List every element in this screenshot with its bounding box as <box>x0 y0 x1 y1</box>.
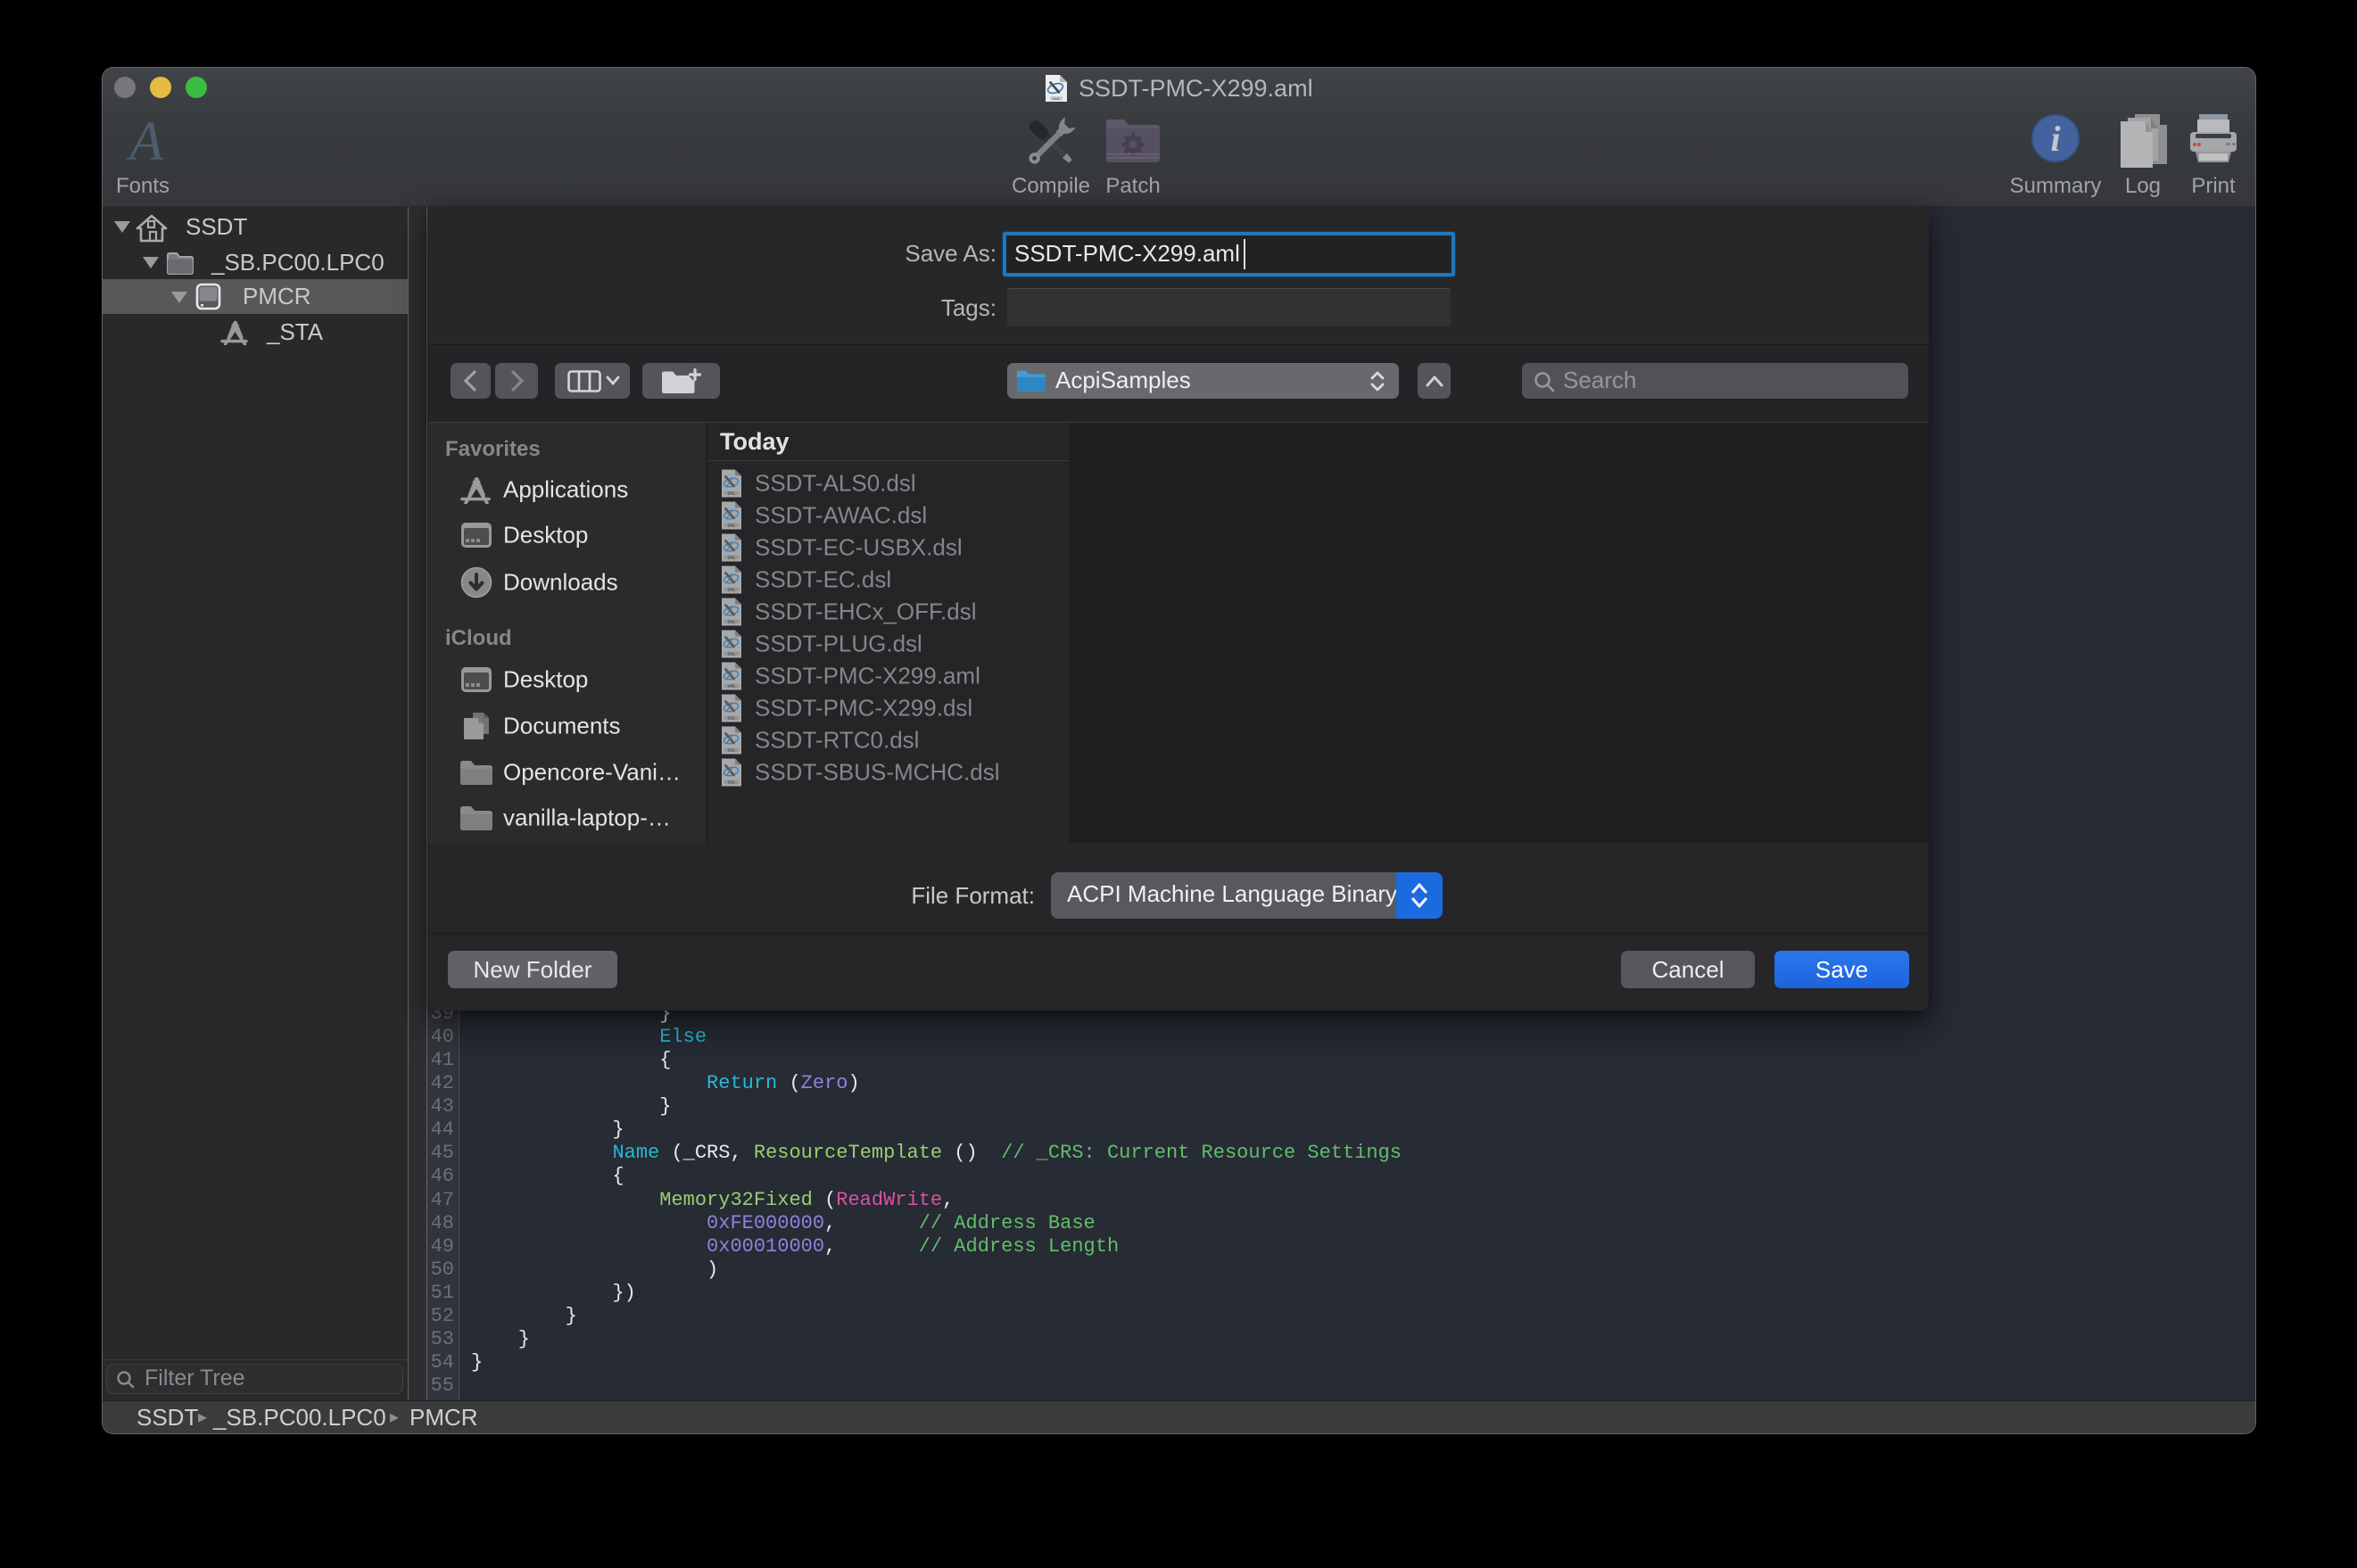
svg-text:i: i <box>2050 119 2060 159</box>
svg-text:AML: AML <box>1053 96 1061 101</box>
